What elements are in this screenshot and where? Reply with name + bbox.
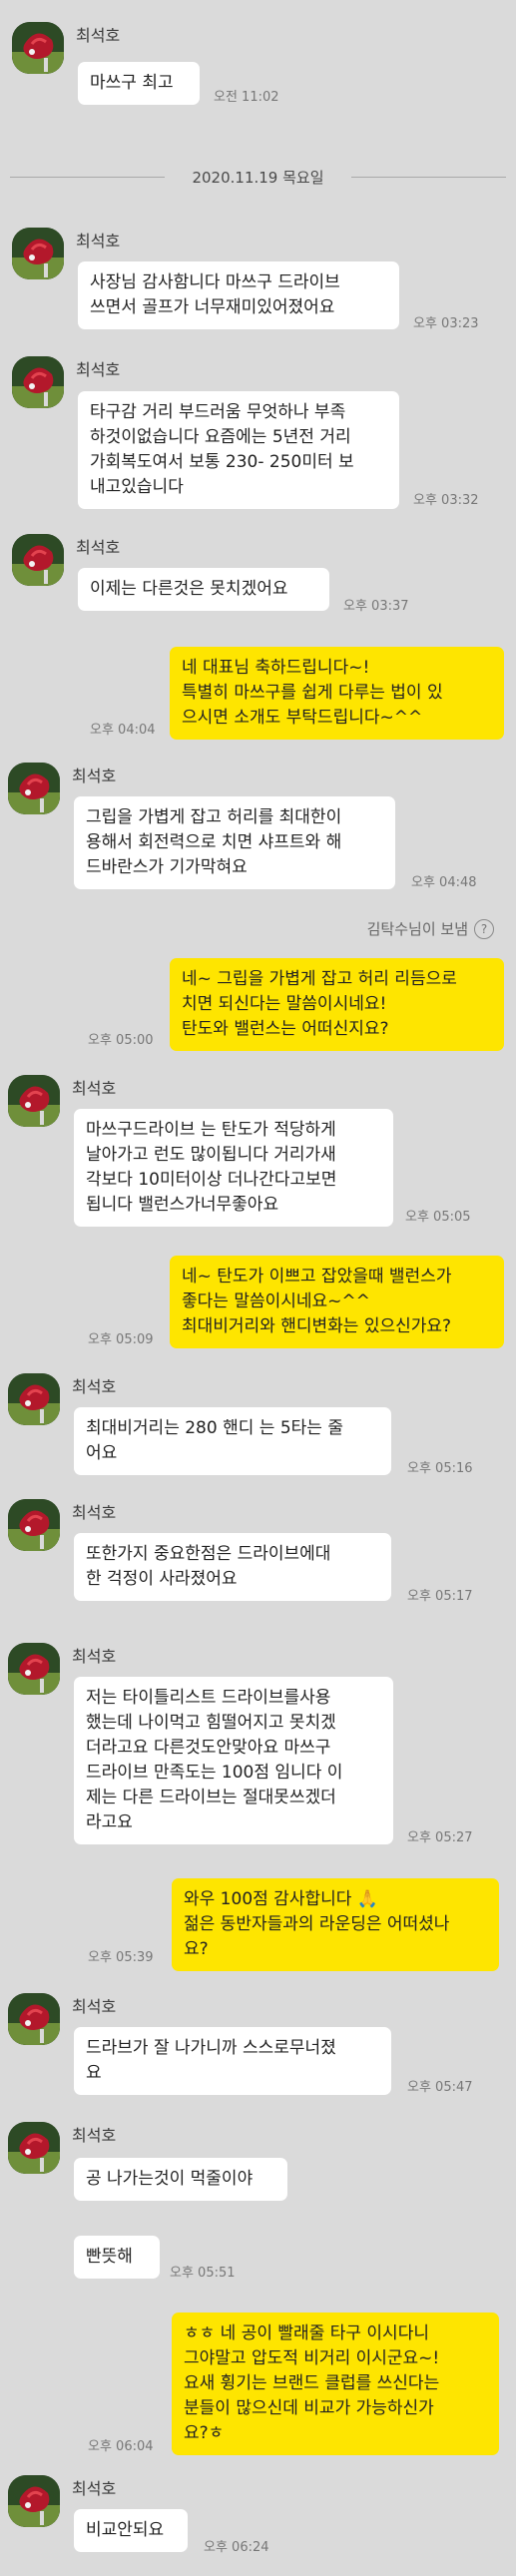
profile-photo-icon (8, 1499, 60, 1551)
avatar[interactable] (12, 228, 64, 279)
sender-name: 최석호 (76, 538, 121, 557)
message-time: 오후 05:27 (407, 1830, 473, 1845)
avatar[interactable] (8, 2122, 60, 2174)
question-circle-icon[interactable]: ? (474, 918, 494, 939)
sender-name: 최석호 (72, 767, 117, 785)
date-divider: 2020.11.19 목요일 (10, 166, 506, 190)
message-bubble-incoming[interactable]: 또한가지 중요한점은 드라이브에대 한 걱정이 사라졌어요 (74, 1533, 391, 1601)
message-bubble-incoming[interactable]: 그립을 가볍게 잡고 허리를 최대한이 용해서 회전력으로 치면 샤프트와 해 … (74, 796, 395, 889)
message-bubble-outgoing[interactable]: 네~ 탄도가 이쁘고 잡았을때 밸런스가 좋다는 말씀이시네요~^^ 최대비거리… (170, 1256, 504, 1348)
sender-name: 최석호 (72, 2126, 117, 2145)
sender-name: 최석호 (72, 1079, 117, 1098)
avatar[interactable] (8, 1373, 60, 1425)
message-bubble-incoming[interactable]: 타구감 거리 부드러움 무엇하나 부족 하것이없습니다 요즘에는 5년전 거리 … (78, 391, 399, 509)
avatar[interactable] (8, 1075, 60, 1127)
profile-photo-icon (8, 1373, 60, 1425)
message-time: 오후 05:39 (88, 1950, 154, 1965)
profile-photo-icon (8, 1075, 60, 1127)
avatar[interactable] (8, 1499, 60, 1551)
profile-photo-icon (8, 2122, 60, 2174)
avatar[interactable] (8, 2475, 60, 2527)
profile-photo-icon (8, 763, 60, 814)
message-bubble-incoming[interactable]: 공 나가는것이 먹줄이야 (74, 2158, 287, 2201)
message-bubble-incoming[interactable]: 마쓰구 최고 (78, 62, 200, 105)
message-time: 오후 05:51 (170, 2266, 236, 2281)
avatar[interactable] (8, 1643, 60, 1695)
message-time: 오후 06:24 (204, 2540, 269, 2555)
message-bubble-incoming[interactable]: 저는 타이틀리스트 드라이브를사용 했는데 나이먹고 힘떨어지고 못치겠 더라고… (74, 1677, 393, 1844)
message-time: 오후 05:05 (405, 1210, 471, 1225)
profile-photo-icon (12, 228, 64, 279)
profile-photo-icon (8, 1993, 60, 2045)
message-bubble-incoming[interactable]: 이제는 다른것은 못치겠어요 (78, 568, 329, 611)
message-time: 오후 04:04 (90, 723, 156, 738)
sender-name: 최석호 (72, 1647, 117, 1666)
message-time: 오후 03:37 (343, 599, 409, 614)
message-time: 오후 06:04 (88, 2439, 154, 2454)
message-time: 오후 05:17 (407, 1589, 473, 1604)
message-bubble-incoming[interactable]: 최대비거리는 280 핸디 는 5타는 줄 어요 (74, 1407, 391, 1475)
message-time: 오후 04:48 (411, 875, 477, 890)
message-bubble-incoming[interactable]: 마쓰구드라이브 는 탄도가 적당하게 날아가고 런도 많이됩니다 거리가새 각보… (74, 1109, 393, 1227)
sender-name: 최석호 (76, 26, 121, 45)
avatar[interactable] (12, 356, 64, 408)
message-bubble-outgoing[interactable]: 네 대표님 축하드립니다~! 특별히 마쓰구를 쉽게 다루는 법이 있 으시면 … (170, 647, 504, 740)
profile-photo-icon (12, 22, 64, 74)
avatar[interactable] (8, 1993, 60, 2045)
message-bubble-incoming[interactable]: 빤뜻해 (74, 2236, 160, 2279)
message-time: 오후 03:32 (413, 493, 479, 508)
avatar[interactable] (12, 534, 64, 586)
sender-name: 최석호 (76, 360, 121, 379)
sent-by-label: 김탁수님이 보냄 (366, 920, 468, 938)
message-time: 오후 03:23 (413, 316, 479, 331)
profile-photo-icon (8, 2475, 60, 2527)
message-time: 오후 05:16 (407, 1461, 473, 1476)
message-time: 오후 05:47 (407, 2080, 473, 2095)
sender-name: 최석호 (72, 1997, 117, 2016)
avatar[interactable] (12, 22, 64, 74)
message-bubble-incoming[interactable]: 사장님 감사함니다 마쓰구 드라이브 쓰면서 골프가 너무재미있어졌어요 (78, 261, 399, 329)
sent-by-notice: 김탁수님이 보냄 ? (367, 918, 494, 939)
message-bubble-outgoing[interactable]: 네~ 그립을 가볍게 잡고 허리 리듬으로 치면 되신다는 말씀이시네요! 탄도… (170, 958, 504, 1051)
sender-name: 최석호 (72, 2479, 117, 2498)
message-bubble-incoming[interactable]: 비교안되요 (74, 2509, 188, 2552)
sender-name: 최석호 (76, 232, 121, 251)
profile-photo-icon (12, 356, 64, 408)
chat-screen: 최석호 최석호 최석호 최석호 최석호 최석호 최석호 최석호 최석호 최석호 … (0, 0, 516, 2576)
profile-photo-icon (8, 1643, 60, 1695)
message-time: 오후 05:00 (88, 1033, 154, 1048)
message-bubble-outgoing[interactable]: ㅎㅎ 네 공이 빨래줄 타구 이시다니 그야말고 압도적 비거리 이시군요~! … (172, 2313, 499, 2455)
message-bubble-outgoing[interactable]: 와우 100점 감사합니다 🙏 젊은 동반자들과의 라운딩은 어떠셨나 요? (172, 1878, 499, 1971)
message-bubble-incoming[interactable]: 드라브가 잘 나가니까 스스로무너졌 요 (74, 2027, 391, 2095)
profile-photo-icon (12, 534, 64, 586)
sender-name: 최석호 (72, 1377, 117, 1396)
message-time: 오전 11:02 (214, 90, 279, 105)
avatar[interactable] (8, 763, 60, 814)
sender-name: 최석호 (72, 1503, 117, 1522)
message-time: 오후 05:09 (88, 1332, 154, 1347)
